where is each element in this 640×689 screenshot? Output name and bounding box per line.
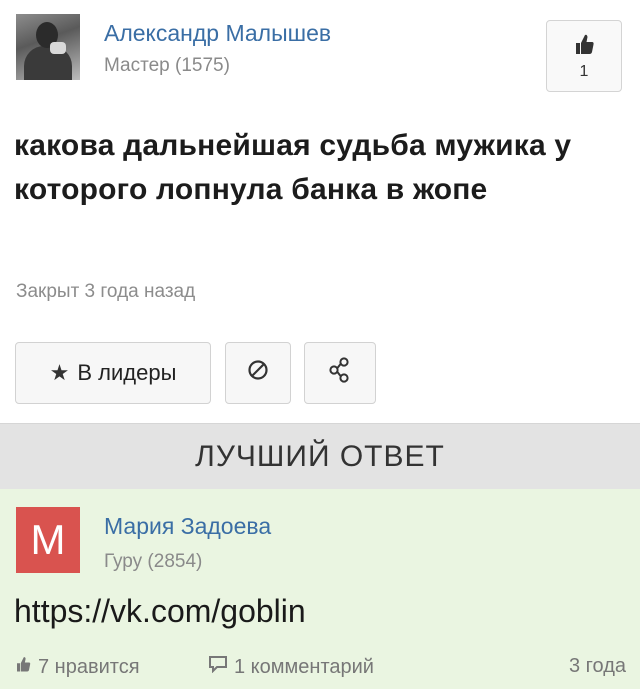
answer-comments-label: 1 комментарий	[234, 655, 374, 678]
block-icon	[247, 359, 269, 387]
question-status: Закрыт 3 года назад	[16, 281, 196, 302]
thumbs-up-icon	[14, 655, 38, 679]
answer-author-avatar[interactable]: М	[16, 507, 80, 573]
add-to-leaders-label: В лидеры	[77, 360, 177, 385]
share-button[interactable]	[304, 342, 376, 404]
comment-icon	[208, 655, 234, 679]
answer-likes[interactable]: 7 нравится	[14, 655, 140, 679]
answer-likes-label: 7 нравится	[38, 655, 140, 678]
answer-comments[interactable]: 1 комментарий	[208, 655, 374, 679]
answer-time: 3 года	[568, 655, 626, 677]
answer-author-name[interactable]: Мария Задоева	[104, 513, 271, 540]
thumbs-up-icon	[573, 32, 595, 61]
add-to-leaders-button[interactable]: ★ В лидеры	[15, 342, 211, 404]
share-icon	[328, 357, 352, 389]
star-icon: ★	[49, 360, 70, 385]
answer-author-rank: Гуру (2854)	[104, 551, 203, 572]
question-text: какова дальнейшая судьба мужика у которо…	[14, 129, 572, 206]
question-like-button[interactable]: 1	[546, 20, 622, 92]
answer-text[interactable]: https://vk.com/goblin	[14, 593, 306, 630]
avatar-figure-hand	[50, 42, 66, 54]
author-avatar[interactable]	[16, 14, 80, 80]
like-count: 1	[579, 62, 589, 80]
block-button[interactable]	[225, 342, 291, 404]
question-author-name[interactable]: Александр Малышев	[104, 20, 331, 47]
question-author-rank: Мастер (1575)	[104, 55, 230, 76]
best-answer-header: ЛУЧШИЙ ОТВЕТ	[0, 423, 640, 490]
